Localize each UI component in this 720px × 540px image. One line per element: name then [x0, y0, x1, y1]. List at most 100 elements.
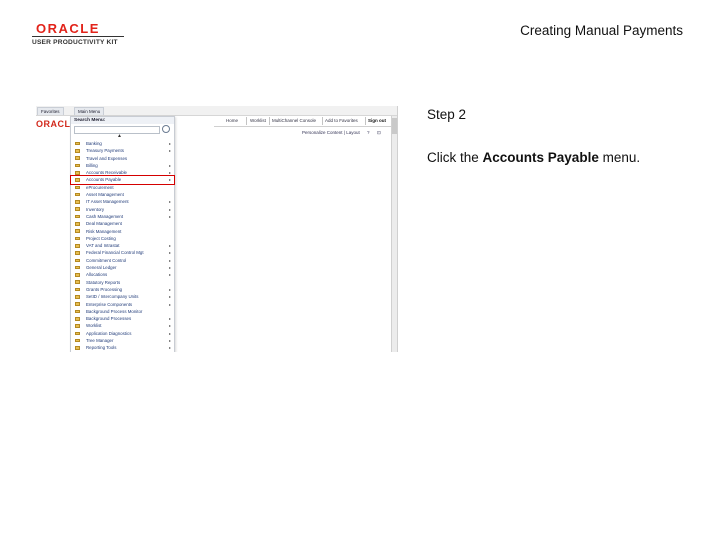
- menu-item-label: Cash Management: [86, 213, 124, 219]
- menu-item[interactable]: Treasury Payments ▸: [71, 147, 174, 154]
- menu-item-label: Application Diagnostics: [86, 330, 132, 336]
- chevron-right-icon: ▸: [168, 316, 171, 322]
- folder-icon: [75, 156, 80, 160]
- menu-item-label: Enterprise Components: [86, 301, 133, 307]
- folder-icon: [75, 295, 80, 299]
- logo-brand: ORACLE: [36, 21, 100, 36]
- folder-icon: [75, 280, 80, 285]
- menu-item[interactable]: Risk Management: [71, 228, 174, 235]
- folder-icon: [75, 200, 80, 204]
- nav-home-link[interactable]: Home: [226, 117, 238, 125]
- menu-item[interactable]: General Ledger ▸: [71, 264, 174, 271]
- folder-icon: [75, 331, 80, 336]
- menu-item-label: IT Asset Management: [86, 199, 129, 205]
- chevron-right-icon: ▸: [168, 243, 171, 249]
- menu-item-label: Travel and Expenses: [86, 155, 128, 161]
- menu-item-label: SetID / Intercompany Units: [86, 294, 139, 300]
- nav-worklist-link[interactable]: Worklist: [250, 117, 266, 125]
- menu-item[interactable]: Commitment Control ▸: [71, 257, 174, 264]
- screenshot-scrollbar[interactable]: [391, 116, 397, 352]
- menu-item-label: Statutory Reports: [86, 279, 121, 285]
- menu-item[interactable]: Reporting Tools ▸: [71, 344, 174, 351]
- nav-multichannel-link[interactable]: MultiChannel Console: [272, 117, 316, 125]
- menu-item[interactable]: Enterprise Components ▸: [71, 301, 174, 308]
- menu-item[interactable]: VAT and Intrastat ▸: [71, 242, 174, 249]
- instruction-target: Accounts Payable: [482, 150, 599, 165]
- menu-item[interactable]: Banking ▸: [71, 140, 174, 147]
- page-title: Creating Manual Payments: [520, 23, 683, 38]
- menu-item[interactable]: Application Diagnostics ▸: [71, 330, 174, 337]
- menu-item[interactable]: Deal Management: [71, 220, 174, 227]
- chevron-right-icon: ▸: [168, 286, 171, 292]
- folder-icon: [75, 265, 80, 270]
- nav-signout-link[interactable]: Sign out: [368, 117, 386, 125]
- menu-item[interactable]: Accounts Receivable ▸: [71, 169, 174, 176]
- folder-icon: [75, 141, 80, 146]
- favorites-tab[interactable]: Favorites: [37, 107, 64, 115]
- chevron-right-icon: ▸: [168, 330, 171, 336]
- scroll-up-arrow-icon[interactable]: ▲: [117, 134, 122, 139]
- folder-icon: [75, 192, 80, 197]
- menu-item[interactable]: Statutory Reports: [71, 279, 174, 286]
- nav-add-favorites-link[interactable]: Add to Favorites: [325, 117, 358, 125]
- nav-divider: [269, 117, 270, 125]
- scrollbar-thumb[interactable]: [392, 118, 397, 134]
- menu-item-label: Billing: [86, 162, 98, 168]
- menu-item-label: Allocations: [86, 272, 108, 278]
- help-icon[interactable]: ?: [367, 130, 370, 135]
- menu-item[interactable]: Asset Management: [71, 191, 174, 198]
- screenshot-nav-bar: Home Worklist MultiChannel Console Add t…: [214, 116, 397, 127]
- menu-item-label: Background Processes: [86, 316, 132, 322]
- folder-icon: [75, 170, 80, 175]
- menu-item[interactable]: Billing ▸: [71, 162, 174, 169]
- menu-item[interactable]: Background Process Monitor: [71, 308, 174, 315]
- page-icon[interactable]: ⊡: [377, 130, 381, 136]
- menu-item-label: Inventory: [86, 206, 105, 212]
- nav-divider: [365, 117, 366, 125]
- menu-item-label: VAT and Intrastat: [86, 243, 120, 249]
- folder-icon: [75, 309, 80, 314]
- menu-item[interactable]: Background Processes ▸: [71, 315, 174, 322]
- folder-icon: [75, 229, 80, 233]
- main-menu-dropdown: Search Menu: ▲ Banking ▸ Treasury Payments…: [70, 116, 175, 352]
- search-menu-label: Search Menu:: [71, 117, 174, 124]
- nav-divider: [322, 117, 323, 125]
- folder-icon: [75, 178, 80, 182]
- menu-item[interactable]: Tree Manager ▸: [71, 337, 174, 344]
- menu-item[interactable]: Worklist ▸: [71, 322, 174, 329]
- menu-item[interactable]: SetID / Intercompany Units ▸: [71, 293, 174, 300]
- menu-item-label: Risk Management: [86, 228, 122, 234]
- chevron-right-icon: ▸: [168, 294, 171, 300]
- chevron-right-icon: ▸: [168, 345, 171, 351]
- menu-item[interactable]: Federal Financial Control Mgt ▸: [71, 249, 174, 256]
- menu-item[interactable]: Travel and Expenses: [71, 155, 174, 162]
- menu-item[interactable]: Inventory ▸: [71, 206, 174, 213]
- menu-item-label: Grants Processing: [86, 286, 123, 292]
- instruction-prefix: Click the: [427, 150, 483, 165]
- chevron-right-icon: ▸: [168, 301, 171, 307]
- folder-icon: [75, 243, 80, 248]
- menu-item[interactable]: eProcurement: [71, 184, 174, 191]
- menu-item-accounts-payable[interactable]: Accounts Payable ▸: [70, 175, 175, 185]
- folder-icon: [75, 346, 80, 350]
- menu-item[interactable]: Allocations ▸: [71, 271, 174, 278]
- folder-icon: [75, 251, 80, 255]
- chevron-right-icon: ▸: [168, 141, 171, 146]
- search-icon[interactable]: [162, 125, 170, 133]
- menu-item-label: General Ledger: [86, 265, 117, 271]
- folder-icon: [75, 258, 80, 263]
- menu-item-label: Deal Management: [86, 221, 122, 227]
- folder-icon: [75, 338, 80, 343]
- folder-icon: [75, 324, 80, 328]
- personalize-link[interactable]: Personalize Content | Layout: [302, 130, 360, 135]
- folder-icon: [75, 273, 80, 277]
- menu-item[interactable]: Grants Processing ▸: [71, 286, 174, 293]
- menu-item[interactable]: Project Costing: [71, 235, 174, 242]
- chevron-right-icon: ▸: [168, 213, 171, 219]
- chevron-right-icon: ▸: [168, 323, 171, 329]
- menu-item[interactable]: IT Asset Management ▸: [71, 198, 174, 205]
- menu-item[interactable]: Cash Management ▸: [71, 213, 174, 220]
- chevron-right-icon: ▸: [168, 199, 171, 205]
- main-menu-tab[interactable]: Main Menu: [74, 107, 105, 115]
- menu-item-label: Federal Financial Control Mgt: [86, 250, 144, 256]
